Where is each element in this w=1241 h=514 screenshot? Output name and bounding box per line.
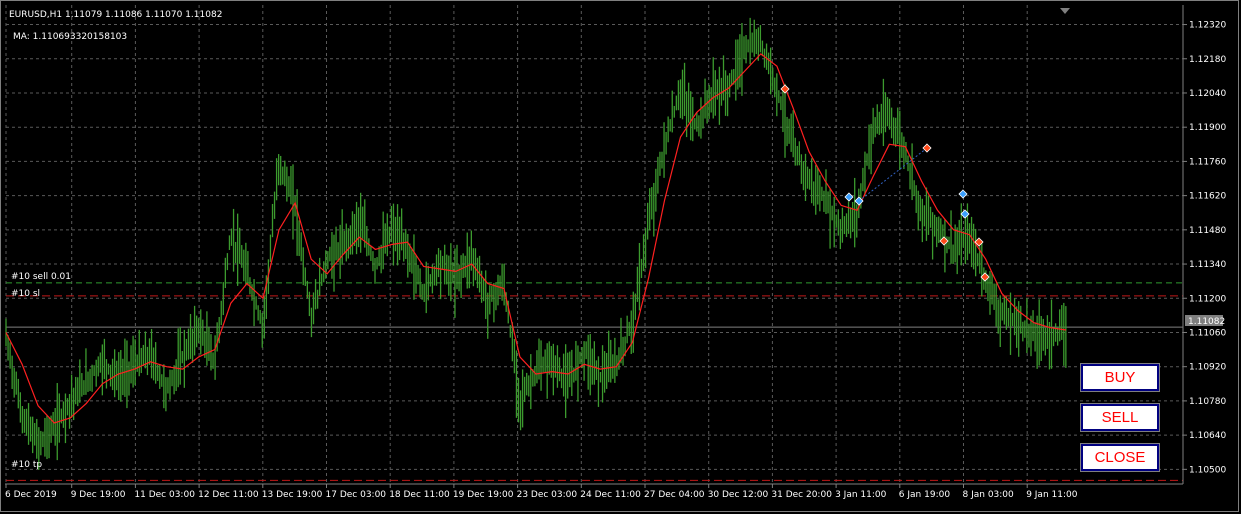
- symbol-ohlc-header: EURUSD,H1 1.11079 1.11086 1.11070 1.1108…: [9, 10, 223, 20]
- trade-arrow-icon: [854, 196, 864, 206]
- time-tick-label: 9 Dec 19:00: [71, 490, 126, 500]
- price-tick-label: 1.11760: [1189, 157, 1226, 167]
- chart-shift-marker-icon[interactable]: [1060, 8, 1070, 14]
- trade-arrow-icon: [922, 143, 932, 153]
- chart-canvas[interactable]: 1.12320 1.12180 1.12040 1.11900 1.11760 1.116…: [0, 0, 1241, 514]
- time-tick-label: 23 Dec 03:00: [517, 490, 578, 500]
- price-tick-label: 1.11340: [1189, 260, 1226, 270]
- price-tick-label: 1.12320: [1189, 21, 1226, 31]
- time-tick-label: 9 Jan 11:00: [1026, 490, 1078, 500]
- price-tick-label: 1.10500: [1189, 465, 1226, 475]
- trade-arrow-icon: [958, 189, 968, 199]
- sell-order-label: #10 sell 0.01: [11, 272, 71, 282]
- price-tick-label: 1.10920: [1189, 363, 1226, 373]
- price-tick-label: 1.12040: [1189, 89, 1226, 99]
- trade-arrow-icon: [844, 192, 854, 202]
- time-tick-label: 6 Jan 19:00: [899, 490, 951, 500]
- price-tick-label: 1.11200: [1189, 294, 1226, 304]
- close-button[interactable]: CLOSE: [1080, 443, 1160, 472]
- time-tick-label: 27 Dec 04:00: [644, 490, 705, 500]
- time-tick-label: 6 Dec 2019: [5, 490, 57, 500]
- indicator-value: MA: 1.110693320158103: [13, 32, 128, 42]
- time-tick-label: 3 Jan 11:00: [835, 490, 887, 500]
- buy-button[interactable]: BUY: [1080, 363, 1160, 392]
- current-price-label: 1.11082: [1188, 317, 1225, 327]
- time-tick-label: 31 Dec 20:00: [771, 490, 832, 500]
- time-tick-label: 18 Dec 11:00: [389, 490, 450, 500]
- time-tick-label: 13 Dec 19:00: [262, 490, 323, 500]
- take-profit-label: #10 tp: [11, 460, 42, 470]
- time-tick-label: 24 Dec 11:00: [580, 490, 641, 500]
- price-tick-label: 1.12180: [1189, 55, 1226, 65]
- time-tick-label: 11 Dec 03:00: [134, 490, 195, 500]
- price-tick-label: 1.11480: [1189, 226, 1226, 236]
- price-series: [5, 17, 1067, 470]
- price-tick-label: 1.11060: [1189, 328, 1226, 338]
- price-tick-label: 1.11900: [1189, 123, 1226, 133]
- time-tick-label: 19 Dec 19:00: [453, 490, 514, 500]
- stop-loss-label: #10 sl: [11, 289, 40, 299]
- time-tick-label: 17 Dec 03:00: [326, 490, 387, 500]
- sell-button[interactable]: SELL: [1080, 403, 1160, 432]
- price-tick-label: 1.10780: [1189, 397, 1226, 407]
- time-tick-label: 8 Jan 03:00: [963, 490, 1015, 500]
- price-tick-label: 1.11620: [1189, 192, 1226, 202]
- grid: [5, 5, 1183, 484]
- time-axis[interactable]: 6 Dec 2019 9 Dec 19:00 11 Dec 03:00 12 Dec …: [5, 484, 1078, 500]
- trade-arrow-icon: [780, 84, 790, 94]
- ma-series: [5, 53, 1067, 424]
- time-tick-label: 30 Dec 12:00: [708, 490, 769, 500]
- time-tick-label: 12 Dec 11:00: [198, 490, 259, 500]
- price-axis[interactable]: 1.12320 1.12180 1.12040 1.11900 1.11760 1.116…: [1183, 21, 1226, 476]
- price-tick-label: 1.10640: [1189, 431, 1226, 441]
- ma-line: [5, 53, 1067, 424]
